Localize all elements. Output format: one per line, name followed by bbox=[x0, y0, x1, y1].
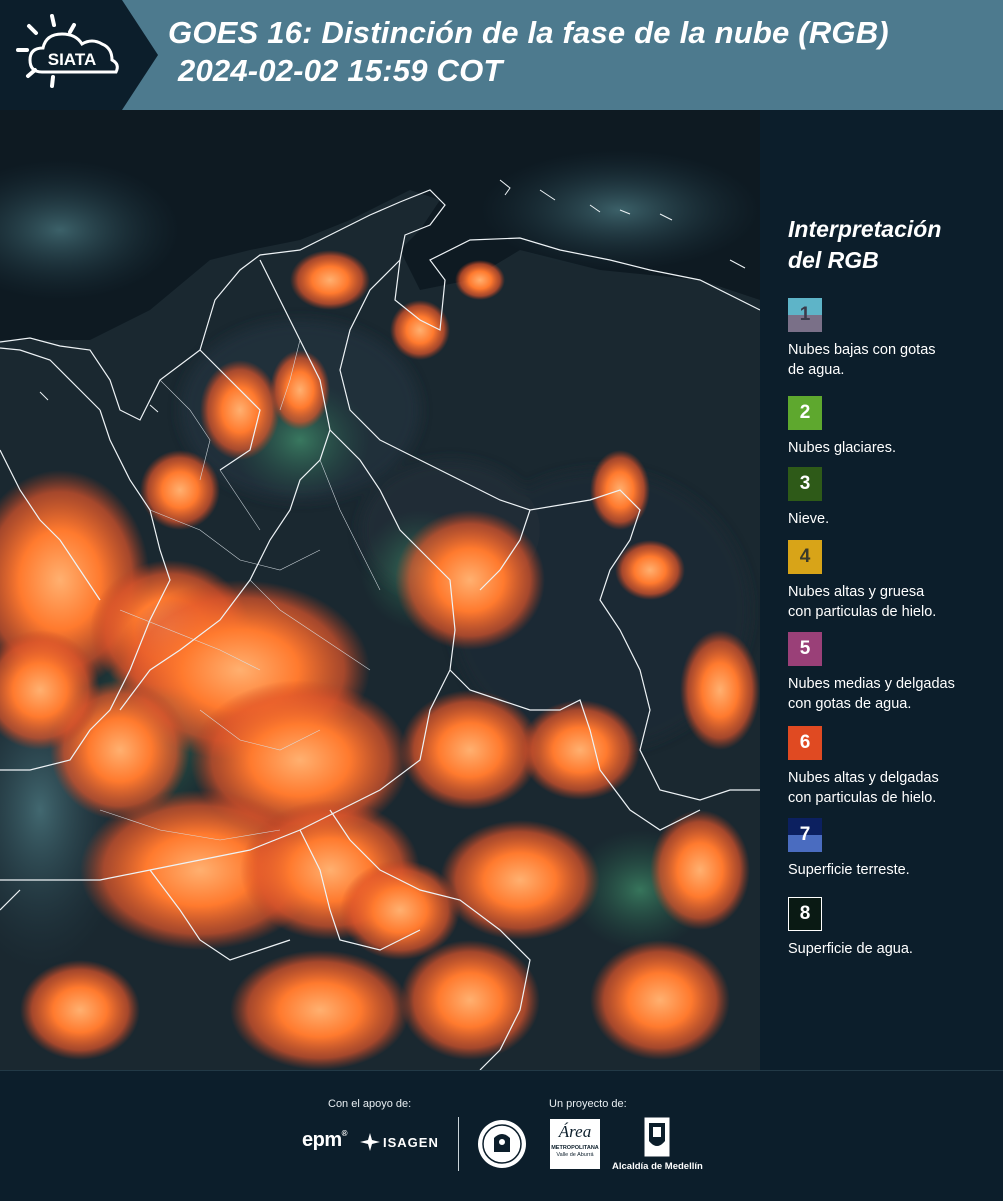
legend-item-1: 1 Nubes bajas con gotas de agua. bbox=[788, 298, 988, 380]
alcaldia-logo-text: Alcaldía de Medellín bbox=[612, 1161, 703, 1172]
isagen-logo: ISAGEN bbox=[360, 1133, 439, 1151]
legend-label: Nubes bajas con gotas de agua. bbox=[788, 340, 988, 380]
title-line-1: GOES 16: Distinción de la fase de la nub… bbox=[168, 15, 889, 50]
isagen-logo-text: ISAGEN bbox=[383, 1134, 439, 1150]
satellite-map bbox=[0, 110, 760, 1070]
legend-label: Nubes glaciares. bbox=[788, 438, 988, 458]
legend-swatch: 5 bbox=[788, 632, 822, 666]
siata-logo: SIATA bbox=[16, 14, 119, 88]
support-label: Con el apoyo de: bbox=[328, 1098, 412, 1110]
legend-label: Superficie terreste. bbox=[788, 860, 988, 880]
legend: Interpretación del RGB bbox=[788, 214, 988, 300]
header-bar: SIATA GOES 16: Distinción de la fase de … bbox=[0, 0, 1003, 110]
legend-item-5: 5 Nubes medias y delgadas con gotas de agu… bbox=[788, 632, 988, 714]
legend-item-6: 6 Nubes altas y delgadas con particulas de… bbox=[788, 726, 988, 808]
legend-swatch: 7 bbox=[788, 818, 822, 852]
project-label: Un proyecto de: bbox=[549, 1098, 627, 1110]
legend-label-line-2: de agua. bbox=[788, 362, 845, 378]
footer-divider bbox=[458, 1117, 459, 1171]
legend-label-line-1: Nubes medias y delgadas bbox=[788, 676, 955, 692]
legend-swatch: 8 bbox=[788, 897, 822, 931]
legend-label-line-2: con particulas de hielo. bbox=[788, 790, 937, 806]
epm-logo: epm® bbox=[302, 1129, 348, 1151]
legend-label-line-2: con particulas de hielo. bbox=[788, 604, 937, 620]
legend-item-3: 3 Nieve. bbox=[788, 467, 988, 529]
legend-label-line-1: Nieve. bbox=[788, 511, 830, 527]
alcaldia-shield-icon bbox=[644, 1117, 670, 1157]
legend-label-line-1: Superficie de agua. bbox=[788, 941, 913, 957]
footer: Con el apoyo de: Un proyecto de: epm® IS… bbox=[0, 1070, 1003, 1201]
legend-label: Superficie de agua. bbox=[788, 939, 988, 959]
legend-title-line-1: Interpretación bbox=[788, 216, 942, 242]
page-title: GOES 16: Distinción de la fase de la nub… bbox=[168, 14, 889, 90]
legend-label-line-1: Superficie terreste. bbox=[788, 862, 910, 878]
legend-item-7: 7 Superficie terreste. bbox=[788, 818, 988, 880]
legend-label: Nubes altas y delgadas con particulas de … bbox=[788, 768, 988, 808]
legend-label: Nubes medias y delgadas con gotas de agua… bbox=[788, 674, 988, 714]
legend-item-8: 8 Superficie de agua. bbox=[788, 897, 988, 959]
siata-logo-text: SIATA bbox=[48, 50, 96, 69]
legend-label: Nubes altas y gruesa con particulas de hi… bbox=[788, 582, 988, 622]
area-metropolitana-logo: Área METROPOLITANA Valle de Aburrá bbox=[550, 1119, 600, 1169]
legend-label-line-1: Nubes glaciares. bbox=[788, 440, 896, 456]
legend-label-line-1: Nubes altas y gruesa bbox=[788, 584, 925, 600]
title-line-2: 2024-02-02 15:59 COT bbox=[178, 53, 503, 88]
legend-label-line-1: Nubes bajas con gotas bbox=[788, 342, 936, 358]
legend-swatch: 2 bbox=[788, 396, 822, 430]
legend-swatch: 3 bbox=[788, 467, 822, 501]
area-logo-sub2: Valle de Aburrá bbox=[556, 1152, 594, 1158]
legend-label: Nieve. bbox=[788, 509, 988, 529]
seal-logo bbox=[478, 1120, 526, 1168]
isagen-star-icon bbox=[360, 1133, 380, 1151]
epm-logo-text: epm bbox=[302, 1129, 342, 1151]
legend-swatch: 1 bbox=[788, 298, 822, 332]
area-logo-text: Área bbox=[558, 1122, 592, 1141]
legend-title-line-2: del RGB bbox=[788, 247, 879, 273]
legend-item-4: 4 Nubes altas y gruesa con particulas de h… bbox=[788, 540, 988, 622]
legend-item-2: 2 Nubes glaciares. bbox=[788, 396, 988, 458]
legend-label-line-2: con gotas de agua. bbox=[788, 696, 912, 712]
legend-title: Interpretación del RGB bbox=[788, 214, 988, 276]
area-logo-sub1: METROPOLITANA bbox=[551, 1145, 599, 1151]
legend-swatch: 4 bbox=[788, 540, 822, 574]
legend-label-line-1: Nubes altas y delgadas bbox=[788, 770, 939, 786]
legend-swatch: 6 bbox=[788, 726, 822, 760]
map-canvas bbox=[0, 110, 760, 1070]
